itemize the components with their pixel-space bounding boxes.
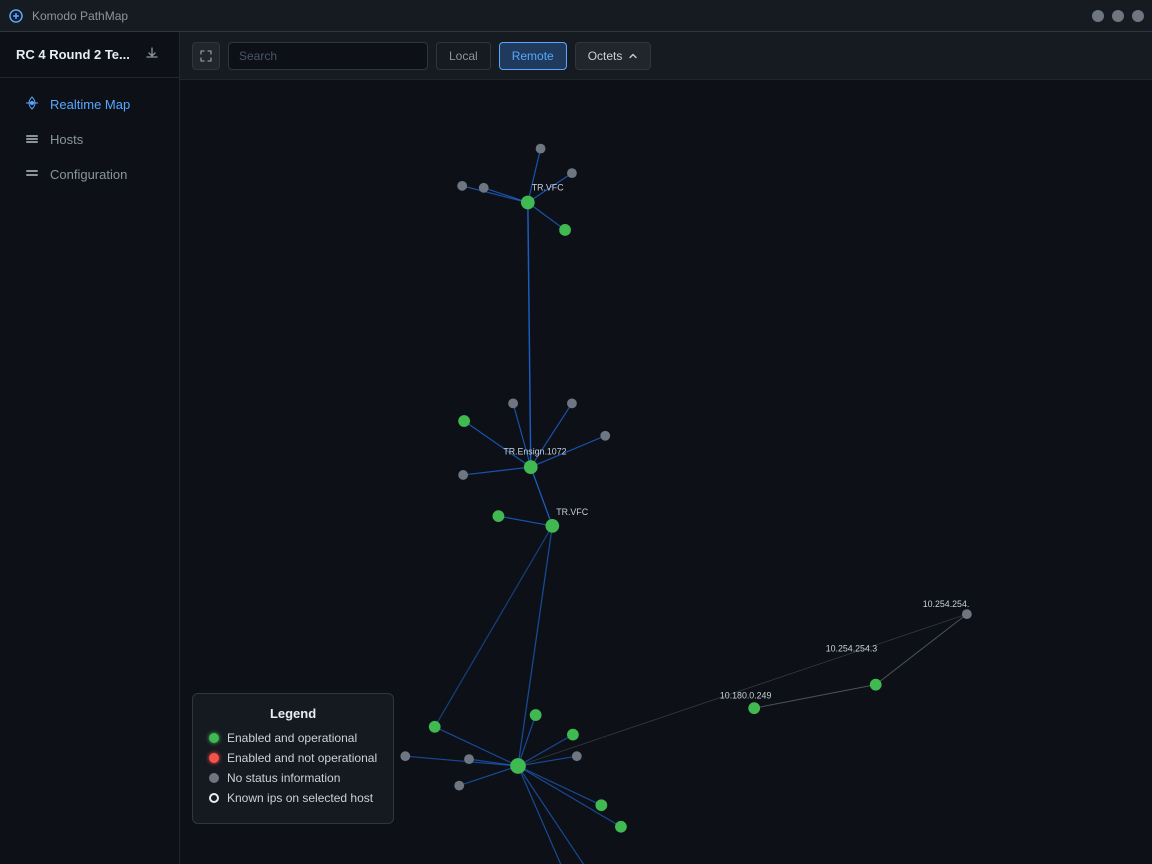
legend-item-no-status: No status information xyxy=(209,771,377,785)
realtime-map-icon xyxy=(24,96,40,113)
satellite-node[interactable] xyxy=(615,821,627,833)
satellite-node[interactable] xyxy=(600,431,610,441)
project-title: RC 4 Round 2 Te... xyxy=(16,47,130,62)
satellite-node[interactable] xyxy=(567,729,579,741)
local-label: Local xyxy=(449,49,478,63)
sidebar-item-label: Realtime Map xyxy=(50,97,130,112)
sidebar-item-label: Hosts xyxy=(50,132,83,147)
satellite-node[interactable] xyxy=(400,751,410,761)
legend-item-enabled-not-operational: Enabled and not operational xyxy=(209,751,377,765)
octets-button[interactable]: Octets xyxy=(575,42,652,70)
sidebar-item-hosts[interactable]: Hosts xyxy=(8,123,171,156)
remote-label: Remote xyxy=(512,49,554,63)
fullscreen-icon xyxy=(200,50,212,62)
app-icon xyxy=(8,8,24,24)
legend-dot-red xyxy=(209,753,219,763)
satellite-node[interactable] xyxy=(567,168,577,178)
svg-text:10.254.254.3: 10.254.254.3 xyxy=(826,643,878,653)
legend-dot-gray xyxy=(209,773,219,783)
maximize-button[interactable]: □ xyxy=(1112,10,1124,22)
node-tr-ensign-1072[interactable] xyxy=(524,460,538,474)
node-ip-10-254-254[interactable] xyxy=(962,609,972,619)
satellite-node[interactable] xyxy=(458,415,470,427)
svg-text:10.254.254.: 10.254.254. xyxy=(923,599,970,609)
search-input[interactable] xyxy=(228,42,428,70)
svg-text:TR.Ensign.1072: TR.Ensign.1072 xyxy=(503,446,566,456)
fullscreen-button[interactable] xyxy=(192,42,220,70)
svg-text:10.180.0.249: 10.180.0.249 xyxy=(720,690,772,700)
local-filter-button[interactable]: Local xyxy=(436,42,491,70)
minimize-button[interactable]: – xyxy=(1092,10,1104,22)
satellite-node[interactable] xyxy=(530,709,542,721)
legend-title: Legend xyxy=(209,706,377,721)
satellite-node[interactable] xyxy=(508,399,518,409)
main-content: Local Remote Octets xyxy=(180,32,1152,864)
window-controls: – □ ✕ xyxy=(1092,10,1144,22)
satellite-node[interactable] xyxy=(559,224,571,236)
node-tr-vfc-mid[interactable] xyxy=(545,519,559,533)
sidebar-item-realtime-map[interactable]: Realtime Map xyxy=(8,88,171,121)
satellite-node[interactable] xyxy=(457,181,467,191)
sidebar: RC 4 Round 2 Te... Realtime Map xyxy=(0,32,180,864)
legend-item-known-ips: Known ips on selected host xyxy=(209,791,377,805)
toolbar: Local Remote Octets xyxy=(180,32,1152,80)
octets-label: Octets xyxy=(588,49,623,63)
export-button[interactable] xyxy=(141,44,163,65)
svg-text:TR.VFC: TR.VFC xyxy=(532,183,564,193)
legend-label-enabled-operational: Enabled and operational xyxy=(227,731,357,745)
satellite-node[interactable] xyxy=(429,721,441,733)
svg-text:TR.VFC: TR.VFC xyxy=(556,507,588,517)
node-ip-10-180-0-249[interactable] xyxy=(748,702,760,714)
network-map[interactable]: TR.VFC TR.Ensign.1072 TR.VFC 10.254.254.… xyxy=(180,80,1152,864)
node-ip-10-254-254-3[interactable] xyxy=(870,679,882,691)
satellite-node[interactable] xyxy=(493,510,505,522)
satellite-node[interactable] xyxy=(595,799,607,811)
legend-label-no-status: No status information xyxy=(227,771,340,785)
app-body: RC 4 Round 2 Te... Realtime Map xyxy=(0,32,1152,864)
app-title: Komodo PathMap xyxy=(32,9,1144,23)
legend-label-known-ips: Known ips on selected host xyxy=(227,791,373,805)
legend-label-enabled-not-operational: Enabled and not operational xyxy=(227,751,377,765)
legend-dot-white-ring xyxy=(209,793,219,803)
legend-item-enabled-operational: Enabled and operational xyxy=(209,731,377,745)
configuration-icon xyxy=(24,166,40,183)
hosts-icon xyxy=(24,131,40,148)
sidebar-navigation: Realtime Map Hosts xyxy=(0,78,179,201)
satellite-node[interactable] xyxy=(458,470,468,480)
export-icon xyxy=(145,46,159,60)
legend-dot-green xyxy=(209,733,219,743)
sidebar-header: RC 4 Round 2 Te... xyxy=(0,32,179,78)
titlebar: Komodo PathMap – □ ✕ xyxy=(0,0,1152,32)
satellite-node[interactable] xyxy=(464,754,474,764)
remote-filter-button[interactable]: Remote xyxy=(499,42,567,70)
sidebar-item-configuration[interactable]: Configuration xyxy=(8,158,171,191)
satellite-node[interactable] xyxy=(479,183,489,193)
close-button[interactable]: ✕ xyxy=(1132,10,1144,22)
node-tr-vfc-top[interactable] xyxy=(521,196,535,210)
satellite-node[interactable] xyxy=(572,751,582,761)
satellite-node[interactable] xyxy=(536,144,546,154)
cluster-hub-node[interactable] xyxy=(510,758,526,774)
map-legend: Legend Enabled and operational Enabled a… xyxy=(192,693,394,824)
sidebar-item-label: Configuration xyxy=(50,167,127,182)
chevron-up-icon xyxy=(628,51,638,61)
satellite-node[interactable] xyxy=(567,399,577,409)
satellite-node[interactable] xyxy=(454,781,464,791)
